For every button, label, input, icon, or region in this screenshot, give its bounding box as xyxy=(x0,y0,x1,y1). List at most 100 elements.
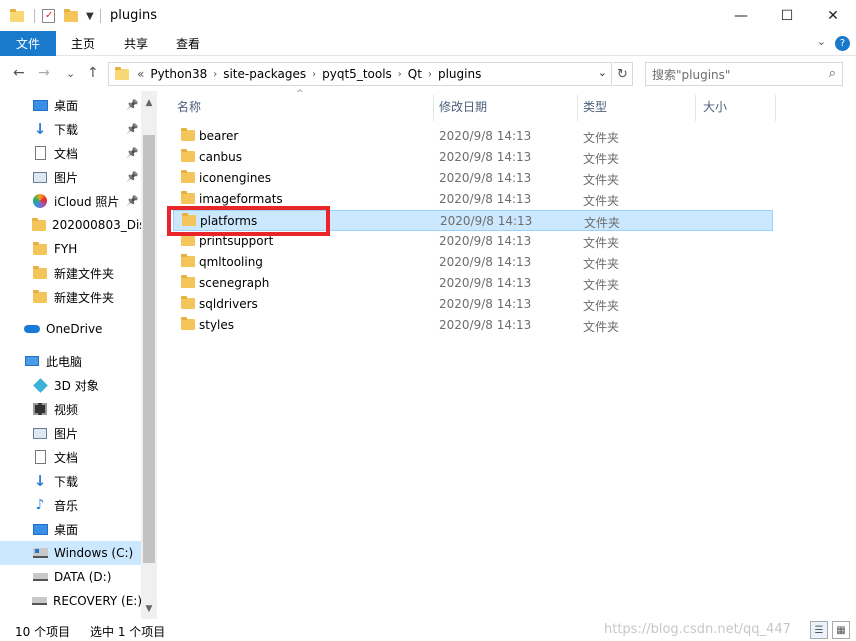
breadcrumb-plugins[interactable]: plugins xyxy=(438,67,481,81)
pin-icon[interactable]: 📌 xyxy=(126,196,138,207)
address-dropdown-icon[interactable]: ⌄ xyxy=(598,66,607,79)
quick-access-dropdown-icon[interactable]: ▼ xyxy=(86,6,94,26)
details-view-icon[interactable]: ☰ xyxy=(810,621,828,639)
sidebar-scroll-down-icon[interactable]: ▼ xyxy=(141,601,157,617)
folder-icon xyxy=(181,275,195,288)
file-row[interactable]: scenegraph 2020/9/8 14:13 文件夹 xyxy=(173,273,773,294)
refresh-button[interactable]: ↻ xyxy=(613,62,633,86)
column-header-name[interactable]: 名称 xyxy=(177,91,201,121)
watermark: https://blog.csdn.net/qq_447 xyxy=(604,622,791,637)
folder-icon xyxy=(181,317,195,330)
tab-file[interactable]: 文件 xyxy=(0,31,56,56)
properties-icon[interactable]: ✓ xyxy=(42,6,55,26)
breadcrumb-qt[interactable]: Qt xyxy=(408,67,422,81)
file-row[interactable]: qmltooling 2020/9/8 14:13 文件夹 xyxy=(173,252,773,273)
file-row[interactable]: bearer 2020/9/8 14:13 文件夹 xyxy=(173,126,773,147)
large-icons-view-icon[interactable]: ▦ xyxy=(832,621,850,639)
back-button[interactable]: ← xyxy=(13,65,25,81)
column-header-type[interactable]: 类型 xyxy=(583,91,607,121)
column-separator[interactable] xyxy=(695,95,696,121)
file-type: 文件夹 xyxy=(583,131,620,145)
window-folder-icon xyxy=(10,6,24,26)
navigation-pane: 桌面 📌 ↓ 下载 📌 文档 📌 图片 📌 iCloud 照片 📌 202000803_Dis FYH 新… xyxy=(0,91,157,619)
breadcrumb-separator[interactable]: › xyxy=(398,69,402,80)
search-icon[interactable]: ⌕ xyxy=(829,66,836,81)
pin-icon[interactable]: 📌 xyxy=(126,100,138,111)
sidebar-item[interactable]: iCloud 照片 📌 xyxy=(0,189,141,213)
tab-home[interactable]: 主页 xyxy=(62,31,104,56)
sidebar-item[interactable]: 桌面 📌 xyxy=(0,93,141,117)
sidebar-scrollbar-thumb[interactable] xyxy=(143,135,155,563)
file-row[interactable]: iconengines 2020/9/8 14:13 文件夹 xyxy=(173,168,773,189)
title-bar: ✓ ▼ plugins — ☐ ✕ xyxy=(0,0,856,31)
tab-view[interactable]: 查看 xyxy=(166,31,210,56)
sidebar-item[interactable]: 新建文件夹 xyxy=(0,261,141,285)
sidebar-item[interactable]: 文档 📌 xyxy=(0,141,141,165)
sidebar-item[interactable]: 3D 对象 xyxy=(0,373,141,397)
sidebar-item[interactable]: 桌面 xyxy=(0,517,141,541)
sidebar-item[interactable]: 图片 xyxy=(0,421,141,445)
address-folder-icon xyxy=(115,66,129,80)
file-date: 2020/9/8 14:13 xyxy=(439,318,532,332)
sidebar-item[interactable]: 图片 📌 xyxy=(0,165,141,189)
column-separator[interactable] xyxy=(775,95,776,121)
file-date: 2020/9/8 14:13 xyxy=(439,171,532,185)
sidebar-item-label: DATA (D:) xyxy=(54,570,112,584)
file-name: bearer xyxy=(199,129,239,143)
help-button[interactable]: ? xyxy=(835,36,850,51)
sidebar-item-label: iCloud 照片 xyxy=(54,194,120,209)
sidebar-item[interactable]: 202000803_Dis xyxy=(0,213,141,237)
sidebar-item[interactable]: ↓ 下载 xyxy=(0,469,141,493)
sidebar-item[interactable]: ♪ 音乐 xyxy=(0,493,141,517)
sidebar-scroll-up-icon[interactable]: ▲ xyxy=(141,95,157,111)
sidebar-item[interactable]: ↓ 下载 📌 xyxy=(0,117,141,141)
sidebar-item[interactable]: FYH xyxy=(0,237,141,261)
pin-icon[interactable]: 📌 xyxy=(126,172,138,183)
maximize-button[interactable]: ☐ xyxy=(764,0,810,31)
item-count: 10 个项目 xyxy=(15,625,71,639)
breadcrumb-site-packages[interactable]: site-packages xyxy=(223,67,306,81)
sidebar-item[interactable]: 新建文件夹 xyxy=(0,285,141,309)
pin-icon[interactable]: 📌 xyxy=(126,124,138,135)
sidebar-item[interactable]: Windows (C:) xyxy=(0,541,141,565)
sidebar-item-label: FYH xyxy=(54,242,78,256)
column-separator[interactable] xyxy=(433,95,434,121)
sidebar-item[interactable]: 此电脑 xyxy=(0,349,141,373)
file-type: 文件夹 xyxy=(583,278,620,292)
sidebar-item[interactable]: 视频 xyxy=(0,397,141,421)
minimize-button[interactable]: — xyxy=(718,0,764,31)
search-input[interactable]: 搜索"plugins" ⌕ xyxy=(645,62,843,86)
close-button[interactable]: ✕ xyxy=(810,0,856,31)
desktop-icon xyxy=(32,98,48,112)
address-bar[interactable]: « Python38 › site-packages › pyqt5_tools… xyxy=(108,62,612,86)
column-separator[interactable] xyxy=(577,95,578,121)
column-header-size[interactable]: 大小 xyxy=(703,91,727,121)
new-folder-quick-icon[interactable] xyxy=(64,6,78,26)
address-overflow[interactable]: « xyxy=(137,67,144,81)
sidebar-item-label: 新建文件夹 xyxy=(54,266,115,281)
sidebar-item-label: 下载 xyxy=(54,122,79,137)
forward-button[interactable]: → xyxy=(38,65,50,81)
column-header-date[interactable]: 修改日期 xyxy=(439,91,487,121)
breadcrumb-pyqt5-tools[interactable]: pyqt5_tools xyxy=(322,67,392,81)
breadcrumb-separator[interactable]: › xyxy=(213,69,217,80)
up-button[interactable]: ↑ xyxy=(87,65,99,81)
breadcrumb-python38[interactable]: Python38 xyxy=(150,67,207,81)
pin-icon[interactable]: 📌 xyxy=(126,148,138,159)
folder-icon xyxy=(181,254,195,267)
sidebar-item[interactable]: OneDrive xyxy=(0,317,141,341)
recent-locations-button[interactable]: ⌄ xyxy=(66,67,75,80)
file-name: iconengines xyxy=(199,171,272,185)
breadcrumb-separator[interactable]: › xyxy=(428,69,432,80)
tab-share[interactable]: 共享 xyxy=(114,31,158,56)
file-row[interactable]: canbus 2020/9/8 14:13 文件夹 xyxy=(173,147,773,168)
sidebar-item[interactable]: DATA (D:) xyxy=(0,565,141,589)
ribbon-expand-icon[interactable]: ⌄ xyxy=(817,35,826,48)
file-row[interactable]: sqldrivers 2020/9/8 14:13 文件夹 xyxy=(173,294,773,315)
annotation-highlight-box xyxy=(167,206,330,236)
file-row[interactable]: styles 2020/9/8 14:13 文件夹 xyxy=(173,315,773,336)
sidebar-item[interactable]: 文档 xyxy=(0,445,141,469)
file-date: 2020/9/8 14:13 xyxy=(439,129,532,143)
sidebar-item[interactable]: RECOVERY (E:) xyxy=(0,589,141,613)
breadcrumb-separator[interactable]: › xyxy=(312,69,316,80)
